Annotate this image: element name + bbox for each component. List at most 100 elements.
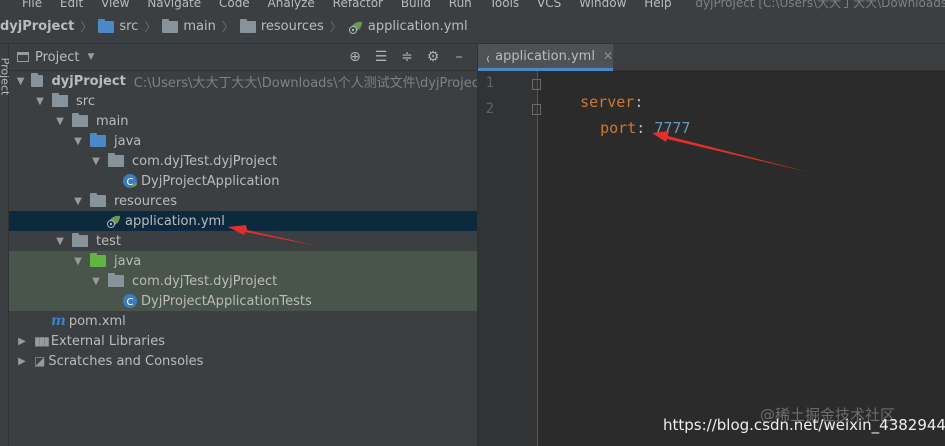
project-view-selector[interactable]: Project ▼	[17, 50, 94, 65]
tree-node-test[interactable]: ▼ test	[9, 231, 477, 251]
resources-folder-icon	[239, 18, 256, 33]
close-icon[interactable]: ✕	[603, 49, 613, 63]
settings-gear-icon[interactable]: ⚙	[425, 48, 441, 66]
watermark-url: https://blog.csdn.net/weixin_43829443	[663, 416, 945, 434]
chevron-right-icon[interactable]: ▶	[16, 356, 28, 367]
tree-node-app-class-label: DyjProjectApplication	[141, 173, 280, 189]
project-panel-header: Project ▼ ⊕ ☰ ≑ ⚙ –	[9, 44, 477, 71]
dropdown-arrow-icon: ▼	[87, 52, 95, 62]
tree-node-test-package[interactable]: ▼ com.dyjTest.dyjProject	[9, 271, 477, 291]
menu-edit[interactable]: Edit	[60, 0, 83, 10]
breadcrumb-main[interactable]: main	[162, 18, 216, 34]
tree-node-main[interactable]: ▼ main	[9, 111, 477, 131]
tool-window-strip: Project	[0, 44, 11, 446]
tree-node-pom-label: pom.xml	[68, 313, 126, 329]
breadcrumb-file-label: application.yml	[367, 19, 468, 34]
tree-node-pom[interactable]: m pom.xml	[9, 311, 477, 331]
menu-build[interactable]: Build	[401, 0, 431, 10]
tree-node-test-java[interactable]: ▼ java	[9, 251, 477, 271]
chevron-right-icon: 〉	[144, 20, 157, 34]
collapse-all-icon[interactable]: ≑	[399, 48, 415, 66]
chevron-down-icon[interactable]: ▼	[34, 96, 46, 107]
chevron-right-icon: 〉	[221, 20, 234, 34]
chevron-down-icon[interactable]: ▼	[54, 116, 66, 127]
chevron-down-icon[interactable]: ▼	[72, 256, 84, 267]
menu-window[interactable]: Window	[579, 0, 626, 10]
fold-marker-icon[interactable]	[532, 104, 541, 115]
chevron-down-icon[interactable]: ▼	[72, 196, 84, 207]
menu-code[interactable]: Code	[219, 0, 250, 10]
breadcrumb-file[interactable]: application.yml	[348, 19, 468, 34]
breadcrumb-src[interactable]: src	[98, 18, 139, 34]
breadcrumb-resources[interactable]: resources	[239, 18, 324, 34]
tree-node-package[interactable]: ▼ com.dyjTest.dyjProject	[9, 151, 477, 171]
hide-panel-icon[interactable]: –	[451, 48, 467, 66]
tree-node-app-class[interactable]: C DyjProjectApplication	[9, 171, 477, 191]
folder-icon	[162, 18, 179, 33]
menu-view[interactable]: View	[101, 0, 129, 10]
tree-node-yml-label: application.yml	[125, 213, 225, 229]
chevron-down-icon[interactable]: ▼	[16, 76, 25, 87]
project-panel-title: Project	[35, 49, 80, 65]
tree-node-test-java-label: java	[114, 253, 142, 269]
tree-node-scratches-label: Scratches and Consoles	[48, 353, 204, 369]
menu-refactor[interactable]: Refactor	[333, 0, 383, 10]
tree-node-scratches[interactable]: ▶ ◪ Scratches and Consoles	[9, 351, 477, 371]
fold-marker-icon[interactable]	[532, 79, 541, 90]
tree-node-java-label: java	[114, 133, 142, 149]
breadcrumb-project[interactable]: dyjProject	[0, 19, 74, 34]
tree-node-external-libraries[interactable]: ▶ ▮▮▮ External Libraries	[9, 331, 477, 351]
chevron-right-icon: 〉	[80, 20, 93, 34]
resources-folder-icon	[90, 193, 106, 207]
tree-node-src-label: src	[76, 93, 95, 109]
yaml-number: 7777	[654, 119, 691, 137]
tree-node-java[interactable]: ▼ java	[9, 131, 477, 151]
breadcrumb: dyjProject 〉 src 〉 main 〉 resources 〉 ap…	[0, 10, 945, 44]
locate-file-icon[interactable]: ⊕	[347, 48, 363, 66]
tree-node-resources-label: resources	[114, 193, 178, 209]
yaml-colon: :	[636, 119, 655, 137]
breadcrumb-src-label: src	[119, 19, 139, 34]
folder-icon	[72, 113, 88, 127]
scratches-icon: ◪	[34, 354, 46, 368]
tree-node-root-label: dyjProject	[51, 73, 126, 89]
chevron-down-icon[interactable]: ▼	[90, 276, 102, 287]
tree-node-test-class[interactable]: C DyjProjectApplicationTests	[9, 291, 477, 311]
test-class-icon: C	[123, 294, 137, 308]
package-icon	[108, 273, 124, 287]
menu-navigate[interactable]: Navigate	[147, 0, 201, 10]
chevron-down-icon[interactable]: ▼	[54, 236, 66, 247]
menu-analyze[interactable]: Analyze	[268, 0, 315, 10]
menu-bar: File Edit View Navigate Code Analyze Ref…	[0, 0, 945, 10]
code-line[interactable]: port: 7777	[564, 101, 690, 155]
menu-tools[interactable]: Tools	[490, 0, 520, 10]
expand-all-icon[interactable]: ☰	[373, 48, 389, 66]
chevron-down-icon[interactable]: ▼	[72, 136, 84, 147]
library-icon: ▮▮▮	[34, 334, 50, 348]
package-icon	[108, 153, 124, 167]
chevron-down-icon[interactable]: ▼	[90, 156, 102, 167]
menu-file[interactable]: File	[22, 0, 42, 10]
tree-node-resources[interactable]: ▼ resources	[9, 191, 477, 211]
line-number: 1	[485, 75, 494, 91]
module-folder-icon	[31, 73, 44, 87]
tree-node-root-path: C:\Users\大大丁大大\Downloads\个人测试文件\dyjProje…	[133, 75, 477, 91]
tree-node-src[interactable]: ▼ src	[9, 91, 477, 111]
menu-vcs[interactable]: VCS	[537, 0, 561, 10]
tree-node-root[interactable]: ▼ dyjProject C:\Users\大大丁大大\Downloads\个人…	[9, 71, 477, 91]
spring-yml-icon	[107, 215, 120, 228]
chevron-right-icon: 〉	[329, 20, 342, 34]
menu-run[interactable]: Run	[449, 0, 472, 10]
line-number: 2	[485, 101, 494, 117]
tree-node-test-class-label: DyjProjectApplicationTests	[141, 293, 312, 309]
spring-yml-icon	[348, 21, 362, 34]
project-tree: ▼ dyjProject C:\Users\大大丁大大\Downloads\个人…	[9, 71, 477, 446]
breadcrumb-resources-label: resources	[260, 19, 324, 34]
yaml-key: port	[600, 119, 637, 137]
test-folder-icon	[90, 253, 106, 267]
menu-help[interactable]: Help	[644, 0, 671, 10]
tab-application-yml[interactable]: application.yml ✕	[478, 44, 613, 71]
chevron-right-icon[interactable]: ▶	[16, 336, 28, 347]
tree-node-yml[interactable]: application.yml	[9, 211, 477, 231]
source-folder-icon	[98, 18, 115, 33]
